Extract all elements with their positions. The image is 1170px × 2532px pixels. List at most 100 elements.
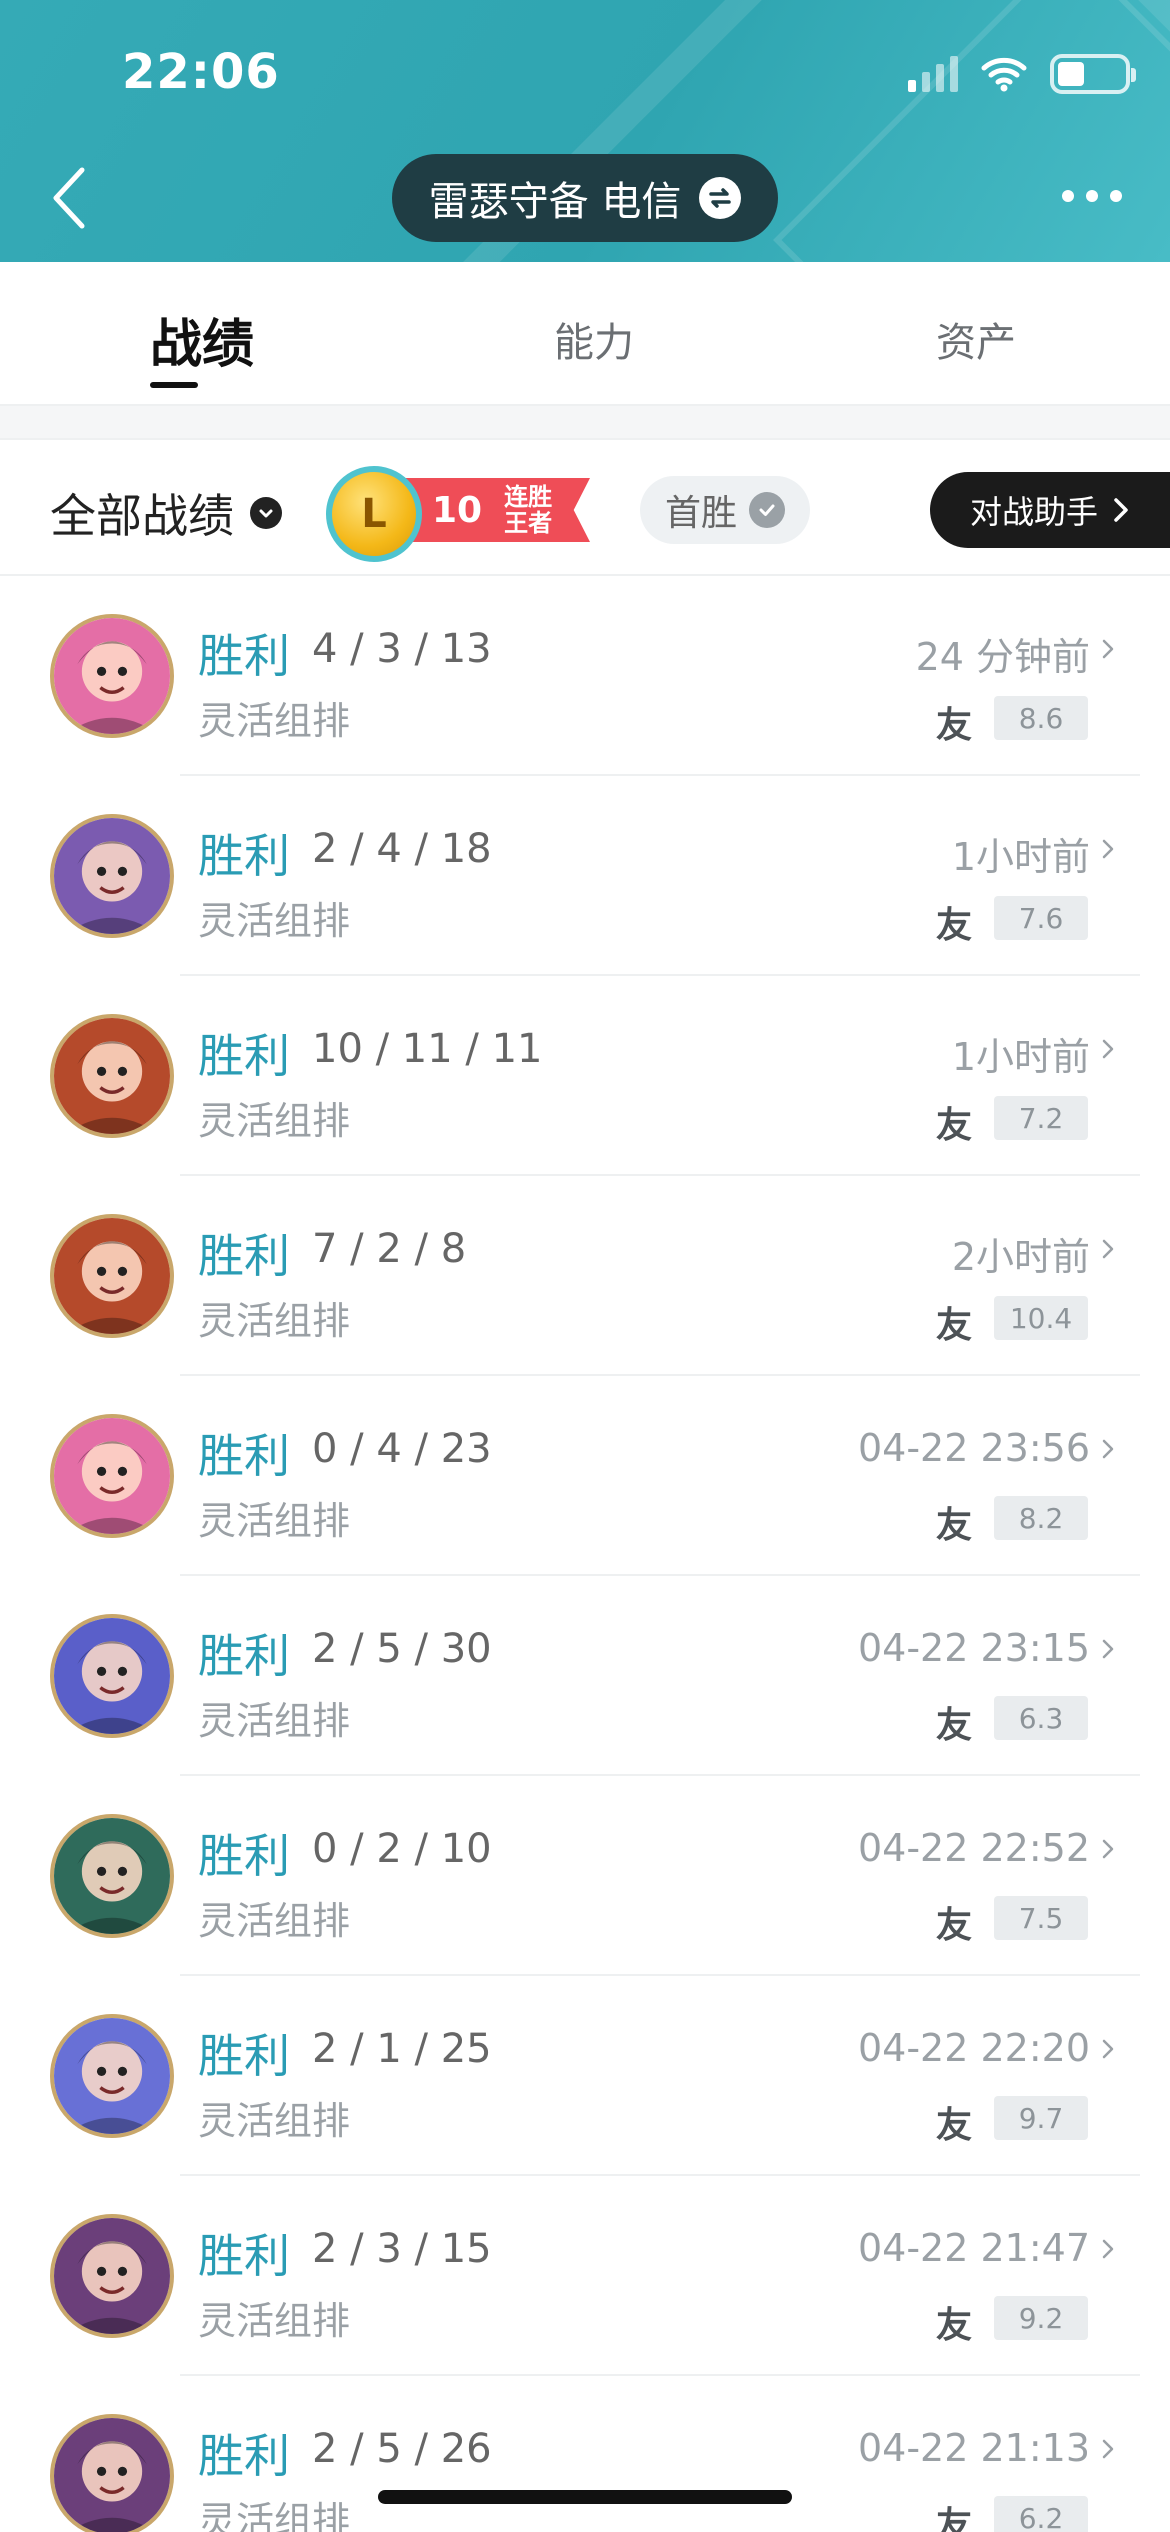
champion-portrait-icon (54, 2018, 170, 2134)
match-score: 8.2 (994, 1496, 1088, 1540)
server-switch-button[interactable]: 雷瑟守备 电信 (392, 154, 778, 242)
chevron-right-icon (1102, 1239, 1114, 1259)
match-mode: 灵活组排 (198, 2099, 351, 2143)
match-time: 04-22 22:20 (857, 2026, 1090, 2070)
app-header: 22:06 雷瑟守备 电信 (0, 0, 1170, 262)
battle-assistant-label: 对战助手 (970, 493, 1099, 531)
server-title: 雷瑟守备 电信 (428, 179, 682, 225)
check-icon (749, 492, 785, 528)
match-time: 04-22 21:47 (857, 2226, 1090, 2270)
champion-avatar (50, 2214, 174, 2338)
match-mode: 灵活组排 (198, 699, 351, 743)
match-row[interactable]: 胜利 0 / 2 / 10 灵活组排 04-22 22:52 友 7.5 (0, 1776, 1170, 1976)
chevron-right-icon (1102, 1839, 1114, 1859)
chevron-left-icon (53, 167, 85, 229)
match-mode: 灵活组排 (198, 899, 351, 943)
match-result: 胜利 (198, 2429, 290, 2483)
match-result: 胜利 (198, 1429, 290, 1483)
friend-tag: 友 (936, 1305, 973, 1346)
back-button[interactable] (42, 160, 102, 236)
champion-portrait-icon (54, 1818, 170, 1934)
streak-count: 10 (432, 489, 483, 531)
match-mode: 灵活组排 (198, 1899, 351, 1943)
match-time: 04-22 22:52 (857, 1826, 1090, 1870)
match-score: 6.3 (994, 1696, 1088, 1740)
friend-tag: 友 (936, 1905, 973, 1946)
trophy-icon: L (326, 466, 422, 562)
match-kda: 2 / 4 / 18 (312, 826, 492, 872)
win-streak-badge[interactable]: 10 连胜王者 L (326, 466, 590, 562)
match-row[interactable]: 胜利 2 / 1 / 25 灵活组排 04-22 22:20 友 9.7 (0, 1976, 1170, 2176)
champion-portrait-icon (54, 1018, 170, 1134)
match-time: 1小时前 (951, 1035, 1090, 1079)
champion-portrait-icon (54, 1618, 170, 1734)
status-time: 22:06 (122, 44, 280, 100)
match-kda: 4 / 3 / 13 (312, 626, 492, 672)
more-menu-button[interactable] (1062, 190, 1122, 202)
match-result: 胜利 (198, 1829, 290, 1883)
friend-tag: 友 (936, 705, 973, 746)
tab-ability[interactable]: 能力 (554, 310, 634, 368)
match-result: 胜利 (198, 1029, 290, 1083)
chevron-right-icon (1102, 2239, 1114, 2259)
match-kda: 7 / 2 / 8 (312, 1226, 467, 1272)
match-kda: 2 / 5 / 26 (312, 2426, 492, 2472)
match-result: 胜利 (198, 829, 290, 883)
match-score: 7.6 (994, 896, 1088, 940)
match-time: 2小时前 (951, 1235, 1090, 1279)
tab-assets[interactable]: 资产 (936, 310, 1016, 368)
tab-bar: 战绩 能力 资产 (0, 262, 1170, 406)
match-row[interactable]: 胜利 2 / 5 / 26 灵活组排 04-22 21:13 友 6.2 (0, 2376, 1170, 2532)
match-mode: 灵活组排 (198, 1299, 351, 1343)
match-result: 胜利 (198, 2029, 290, 2083)
chevron-right-icon (1102, 2039, 1114, 2059)
match-score: 7.2 (994, 1096, 1088, 1140)
tab-records[interactable]: 战绩 (150, 302, 254, 377)
match-row[interactable]: 胜利 2 / 3 / 15 灵活组排 04-22 21:47 友 9.2 (0, 2176, 1170, 2376)
match-kda: 0 / 4 / 23 (312, 1426, 492, 1472)
match-row[interactable]: 胜利 2 / 5 / 30 灵活组排 04-22 23:15 友 6.3 (0, 1576, 1170, 1776)
match-row[interactable]: 胜利 0 / 4 / 23 灵活组排 04-22 23:56 友 8.2 (0, 1376, 1170, 1576)
match-result: 胜利 (198, 2229, 290, 2283)
match-mode: 灵活组排 (198, 1699, 351, 1743)
match-list: 胜利 4 / 3 / 13 灵活组排 24 分钟前 友 8.6 胜利 2 / 4… (0, 576, 1170, 2532)
match-kda: 2 / 5 / 30 (312, 1626, 492, 1672)
filter-row: 全部战绩 10 连胜王者 L 首胜 对战助手 (0, 440, 1170, 576)
match-row[interactable]: 胜利 10 / 11 / 11 灵活组排 1小时前 友 7.2 (0, 976, 1170, 1176)
match-score: 7.5 (994, 1896, 1088, 1940)
friend-tag: 友 (936, 905, 973, 946)
match-result: 胜利 (198, 1629, 290, 1683)
champion-portrait-icon (54, 2418, 170, 2532)
champion-portrait-icon (54, 818, 170, 934)
champion-avatar (50, 2414, 174, 2532)
friend-tag: 友 (936, 1505, 973, 1546)
champion-portrait-icon (54, 1418, 170, 1534)
match-time: 24 分钟前 (915, 635, 1090, 679)
champion-avatar (50, 1814, 174, 1938)
match-score: 8.6 (994, 696, 1088, 740)
match-row[interactable]: 胜利 2 / 4 / 18 灵活组排 1小时前 友 7.6 (0, 776, 1170, 976)
match-mode: 灵活组排 (198, 1099, 351, 1143)
signal-icon (908, 56, 958, 92)
match-time: 04-22 23:15 (857, 1626, 1090, 1670)
first-win-chip[interactable]: 首胜 (640, 476, 810, 544)
first-win-label: 首胜 (664, 493, 737, 534)
match-row[interactable]: 胜利 4 / 3 / 13 灵活组排 24 分钟前 友 8.6 (0, 576, 1170, 776)
champion-avatar (50, 2014, 174, 2138)
status-icons (908, 54, 1136, 94)
champion-avatar (50, 1214, 174, 1338)
battery-icon (1050, 54, 1136, 94)
match-time: 04-22 21:13 (857, 2426, 1090, 2470)
match-kda: 2 / 3 / 15 (312, 2226, 492, 2272)
champion-avatar (50, 1414, 174, 1538)
all-records-dropdown[interactable]: 全部战绩 (50, 480, 282, 546)
match-result: 胜利 (198, 629, 290, 683)
chevron-right-icon (1102, 1639, 1114, 1659)
match-mode: 灵活组排 (198, 1499, 351, 1543)
tab-active-indicator (150, 382, 198, 388)
match-row[interactable]: 胜利 7 / 2 / 8 灵活组排 2小时前 友 10.4 (0, 1176, 1170, 1376)
friend-tag: 友 (936, 2505, 973, 2532)
match-score: 6.2 (994, 2496, 1088, 2532)
battle-assistant-button[interactable]: 对战助手 (930, 472, 1170, 548)
champion-portrait-icon (54, 2218, 170, 2334)
